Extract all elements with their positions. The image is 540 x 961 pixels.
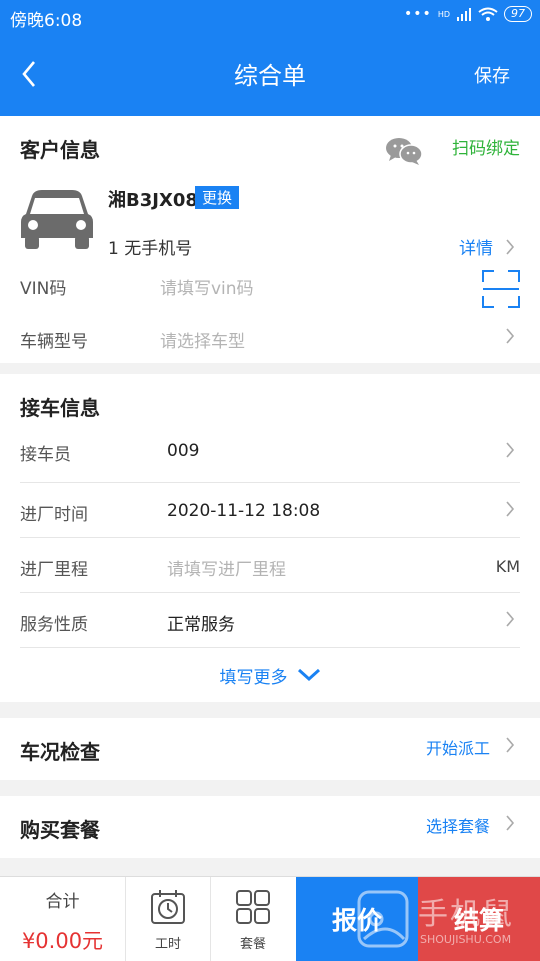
divider [20, 482, 520, 483]
hd-label: HD [437, 9, 450, 19]
chevron-right-icon [506, 501, 515, 517]
labor-button[interactable]: 工时 [126, 877, 211, 961]
quote-button[interactable]: 报价 [296, 877, 418, 961]
settle-label: 结算 [453, 906, 504, 935]
app-header: 综合单 保存 [0, 32, 540, 116]
total-section: 合计 ¥0.00元 [0, 877, 126, 961]
scan-bind-link[interactable]: 扫码绑定 [452, 134, 520, 159]
customer-contact: 1 无手机号 [108, 239, 193, 259]
inspection-title: 车况检查 [20, 740, 100, 764]
entry-time-label: 进厂时间 [20, 505, 88, 525]
entry-time-value[interactable]: 2020-11-12 18:08 [167, 501, 320, 521]
mileage-input[interactable]: 请填写进厂里程 [167, 555, 286, 580]
signal-icon [457, 8, 471, 21]
reception-section-title: 接车信息 [20, 396, 100, 420]
save-button[interactable]: 保存 [474, 62, 510, 88]
battery-indicator: 97 [504, 6, 532, 22]
receiver-value[interactable]: 009 [167, 441, 199, 461]
total-label: 合计 [45, 892, 80, 912]
vin-label: VIN码 [20, 279, 67, 299]
car-icon [21, 190, 93, 249]
receiver-label: 接车员 [20, 445, 71, 465]
chevron-right-icon [506, 737, 515, 753]
chevron-right-icon [506, 328, 515, 344]
divider [20, 537, 520, 538]
model-select[interactable]: 请选择车型 [160, 327, 245, 352]
wifi-icon [478, 7, 498, 21]
chevron-right-icon [506, 239, 515, 255]
customer-section-title: 客户信息 [20, 138, 100, 162]
start-dispatch-link[interactable]: 开始派工 [426, 735, 490, 759]
vin-input[interactable]: 请填写vin码 [160, 274, 254, 299]
model-label: 车辆型号 [20, 332, 88, 352]
status-icons: ••• HD 97 [404, 6, 532, 22]
mileage-unit: KM [495, 557, 520, 576]
chevron-right-icon [506, 815, 515, 831]
wechat-icon[interactable] [385, 136, 423, 166]
fill-more-label: 填写更多 [219, 668, 288, 688]
grid-icon [236, 890, 270, 924]
chevron-right-icon [506, 442, 515, 458]
settle-button[interactable]: 结算 [418, 877, 540, 961]
select-package-link[interactable]: 选择套餐 [426, 813, 490, 837]
plate-number: 湘B3JX08 [108, 190, 198, 211]
scan-frame-icon[interactable] [482, 270, 520, 308]
inspection-row[interactable]: 车况检查 开始派工 [0, 718, 540, 780]
detail-link[interactable]: 详情 [459, 234, 493, 259]
labor-label: 工时 [154, 937, 181, 952]
package-row[interactable]: 购买套餐 选择套餐 [0, 796, 540, 858]
total-amount: ¥0.00元 [21, 929, 104, 953]
chevron-down-icon [297, 668, 320, 682]
clock-calendar-icon [151, 890, 185, 924]
package-label: 套餐 [239, 937, 266, 952]
divider [20, 647, 520, 648]
mileage-label: 进厂里程 [20, 560, 88, 580]
bottom-bar: 合计 ¥0.00元 工时 套餐 报价 结算 手机鼠 SHOUJISHU.COM [0, 876, 540, 961]
status-bar: 傍晚6:08 ••• HD 97 [0, 0, 540, 32]
customer-card: 客户信息 扫码绑定 湘B3JX08 更换 1 无手机号 详情 VIN码 请填写v… [0, 116, 540, 363]
status-time: 傍晚6:08 [10, 11, 83, 31]
quote-label: 报价 [331, 906, 382, 935]
page-title: 综合单 [234, 62, 306, 90]
more-dots-icon: ••• [404, 6, 432, 22]
service-type-value[interactable]: 正常服务 [167, 610, 235, 635]
fill-more-toggle[interactable]: 填写更多 [0, 663, 540, 688]
service-type-label: 服务性质 [20, 615, 88, 635]
change-plate-button[interactable]: 更换 [195, 186, 240, 209]
package-title: 购买套餐 [20, 818, 100, 842]
divider [20, 592, 520, 593]
chevron-right-icon [506, 611, 515, 627]
reception-card: 接车信息 接车员 009 进厂时间 2020-11-12 18:08 进厂里程 … [0, 374, 540, 702]
package-button[interactable]: 套餐 [211, 877, 295, 961]
